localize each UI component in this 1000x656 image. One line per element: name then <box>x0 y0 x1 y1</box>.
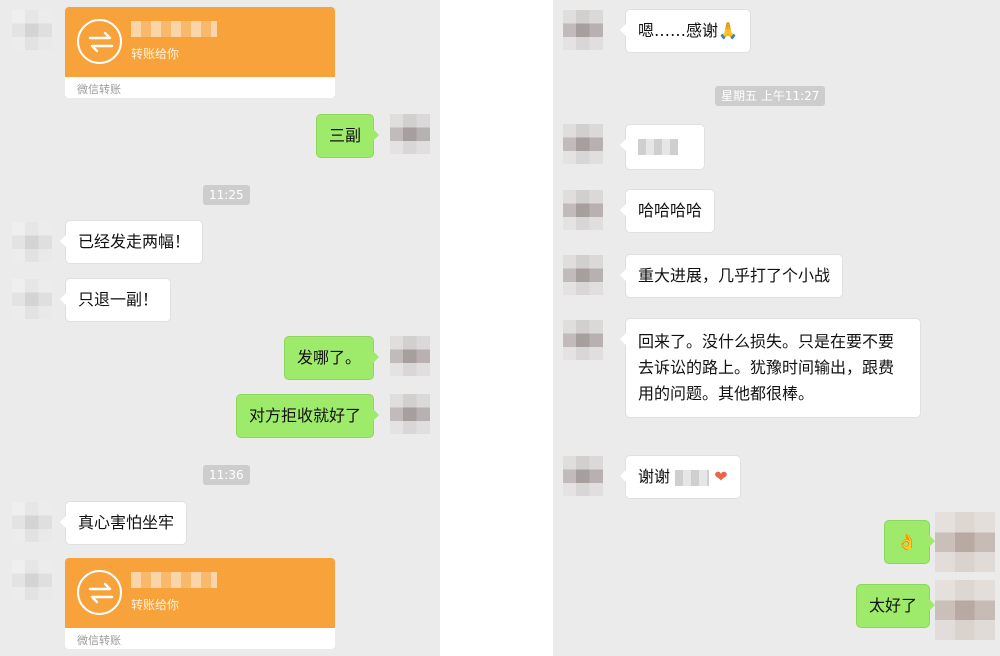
avatar[interactable] <box>563 10 603 50</box>
message-bubble-outgoing[interactable]: 三副 <box>315 114 380 158</box>
message-bubble-incoming[interactable]: 只退一副！ <box>59 278 172 322</box>
transfer-amount-blurred <box>131 572 217 588</box>
timestamp: 星期五 上午11:27 <box>715 86 826 106</box>
transfer-card[interactable]: 转账给你 微信转账 <box>65 558 335 649</box>
heart-emoji-icon: ❤ <box>714 467 728 486</box>
avatar[interactable] <box>390 394 430 434</box>
transfer-subtitle: 转账给你 <box>131 47 180 61</box>
message-bubble-incoming[interactable]: 已经发走两幅！ <box>59 220 204 264</box>
avatar[interactable] <box>12 222 52 262</box>
chat-panel-right[interactable]: 嗯……感谢🙏 星期五 上午11:27 哈哈哈哈 重大进展，几乎打了个小战 回来了… <box>553 0 1000 656</box>
avatar[interactable] <box>935 580 995 640</box>
avatar[interactable] <box>390 114 430 154</box>
avatar[interactable] <box>12 502 52 542</box>
message-bubble-incoming[interactable]: 真心害怕坐牢 <box>59 501 188 545</box>
chat-panel-left[interactable]: 转账给你 微信转账 三副 11:25 已经发走两幅！ 只退一副！ 发哪了。 对方… <box>0 0 440 656</box>
blurred-text <box>638 138 678 155</box>
message-text: 谢谢 <box>638 467 671 486</box>
message-bubble-outgoing[interactable]: 太好了 <box>855 584 936 628</box>
transfer-footer: 微信转账 <box>77 83 121 96</box>
avatar[interactable] <box>563 190 603 230</box>
transfer-icon <box>77 19 122 64</box>
avatar[interactable] <box>12 560 52 600</box>
avatar[interactable] <box>12 10 52 50</box>
message-bubble-incoming[interactable]: 重大进展，几乎打了个小战 <box>619 254 844 298</box>
timestamp: 11:25 <box>203 185 250 205</box>
message-bubble-incoming-blurred[interactable] <box>620 124 705 170</box>
blurred-text <box>675 469 710 486</box>
timestamp: 11:36 <box>203 465 250 485</box>
message-bubble-incoming[interactable]: 谢谢 ❤ <box>620 455 741 499</box>
avatar[interactable] <box>935 512 995 572</box>
transfer-amount-blurred <box>131 21 217 37</box>
message-bubble-incoming[interactable]: 哈哈哈哈 <box>619 189 716 233</box>
avatar[interactable] <box>390 336 430 376</box>
transfer-icon <box>77 570 122 615</box>
avatar[interactable] <box>12 279 52 319</box>
transfer-footer: 微信转账 <box>77 634 121 647</box>
message-bubble-incoming[interactable]: 嗯……感谢🙏 <box>620 9 751 53</box>
avatar[interactable] <box>563 255 603 295</box>
transfer-subtitle: 转账给你 <box>131 598 180 612</box>
avatar[interactable] <box>563 456 603 496</box>
message-bubble-incoming[interactable]: 回来了。没什么损失。只是在要不要去诉讼的路上。犹豫时间输出，跟费用的问题。其他都… <box>620 318 921 418</box>
avatar[interactable] <box>563 320 603 360</box>
transfer-card[interactable]: 转账给你 微信转账 <box>65 7 335 98</box>
message-bubble-outgoing[interactable]: 对方拒收就好了 <box>235 394 380 438</box>
message-bubble-outgoing[interactable]: 发哪了。 <box>283 336 380 380</box>
avatar[interactable] <box>563 124 603 164</box>
message-bubble-outgoing[interactable]: 👌 <box>884 520 935 564</box>
